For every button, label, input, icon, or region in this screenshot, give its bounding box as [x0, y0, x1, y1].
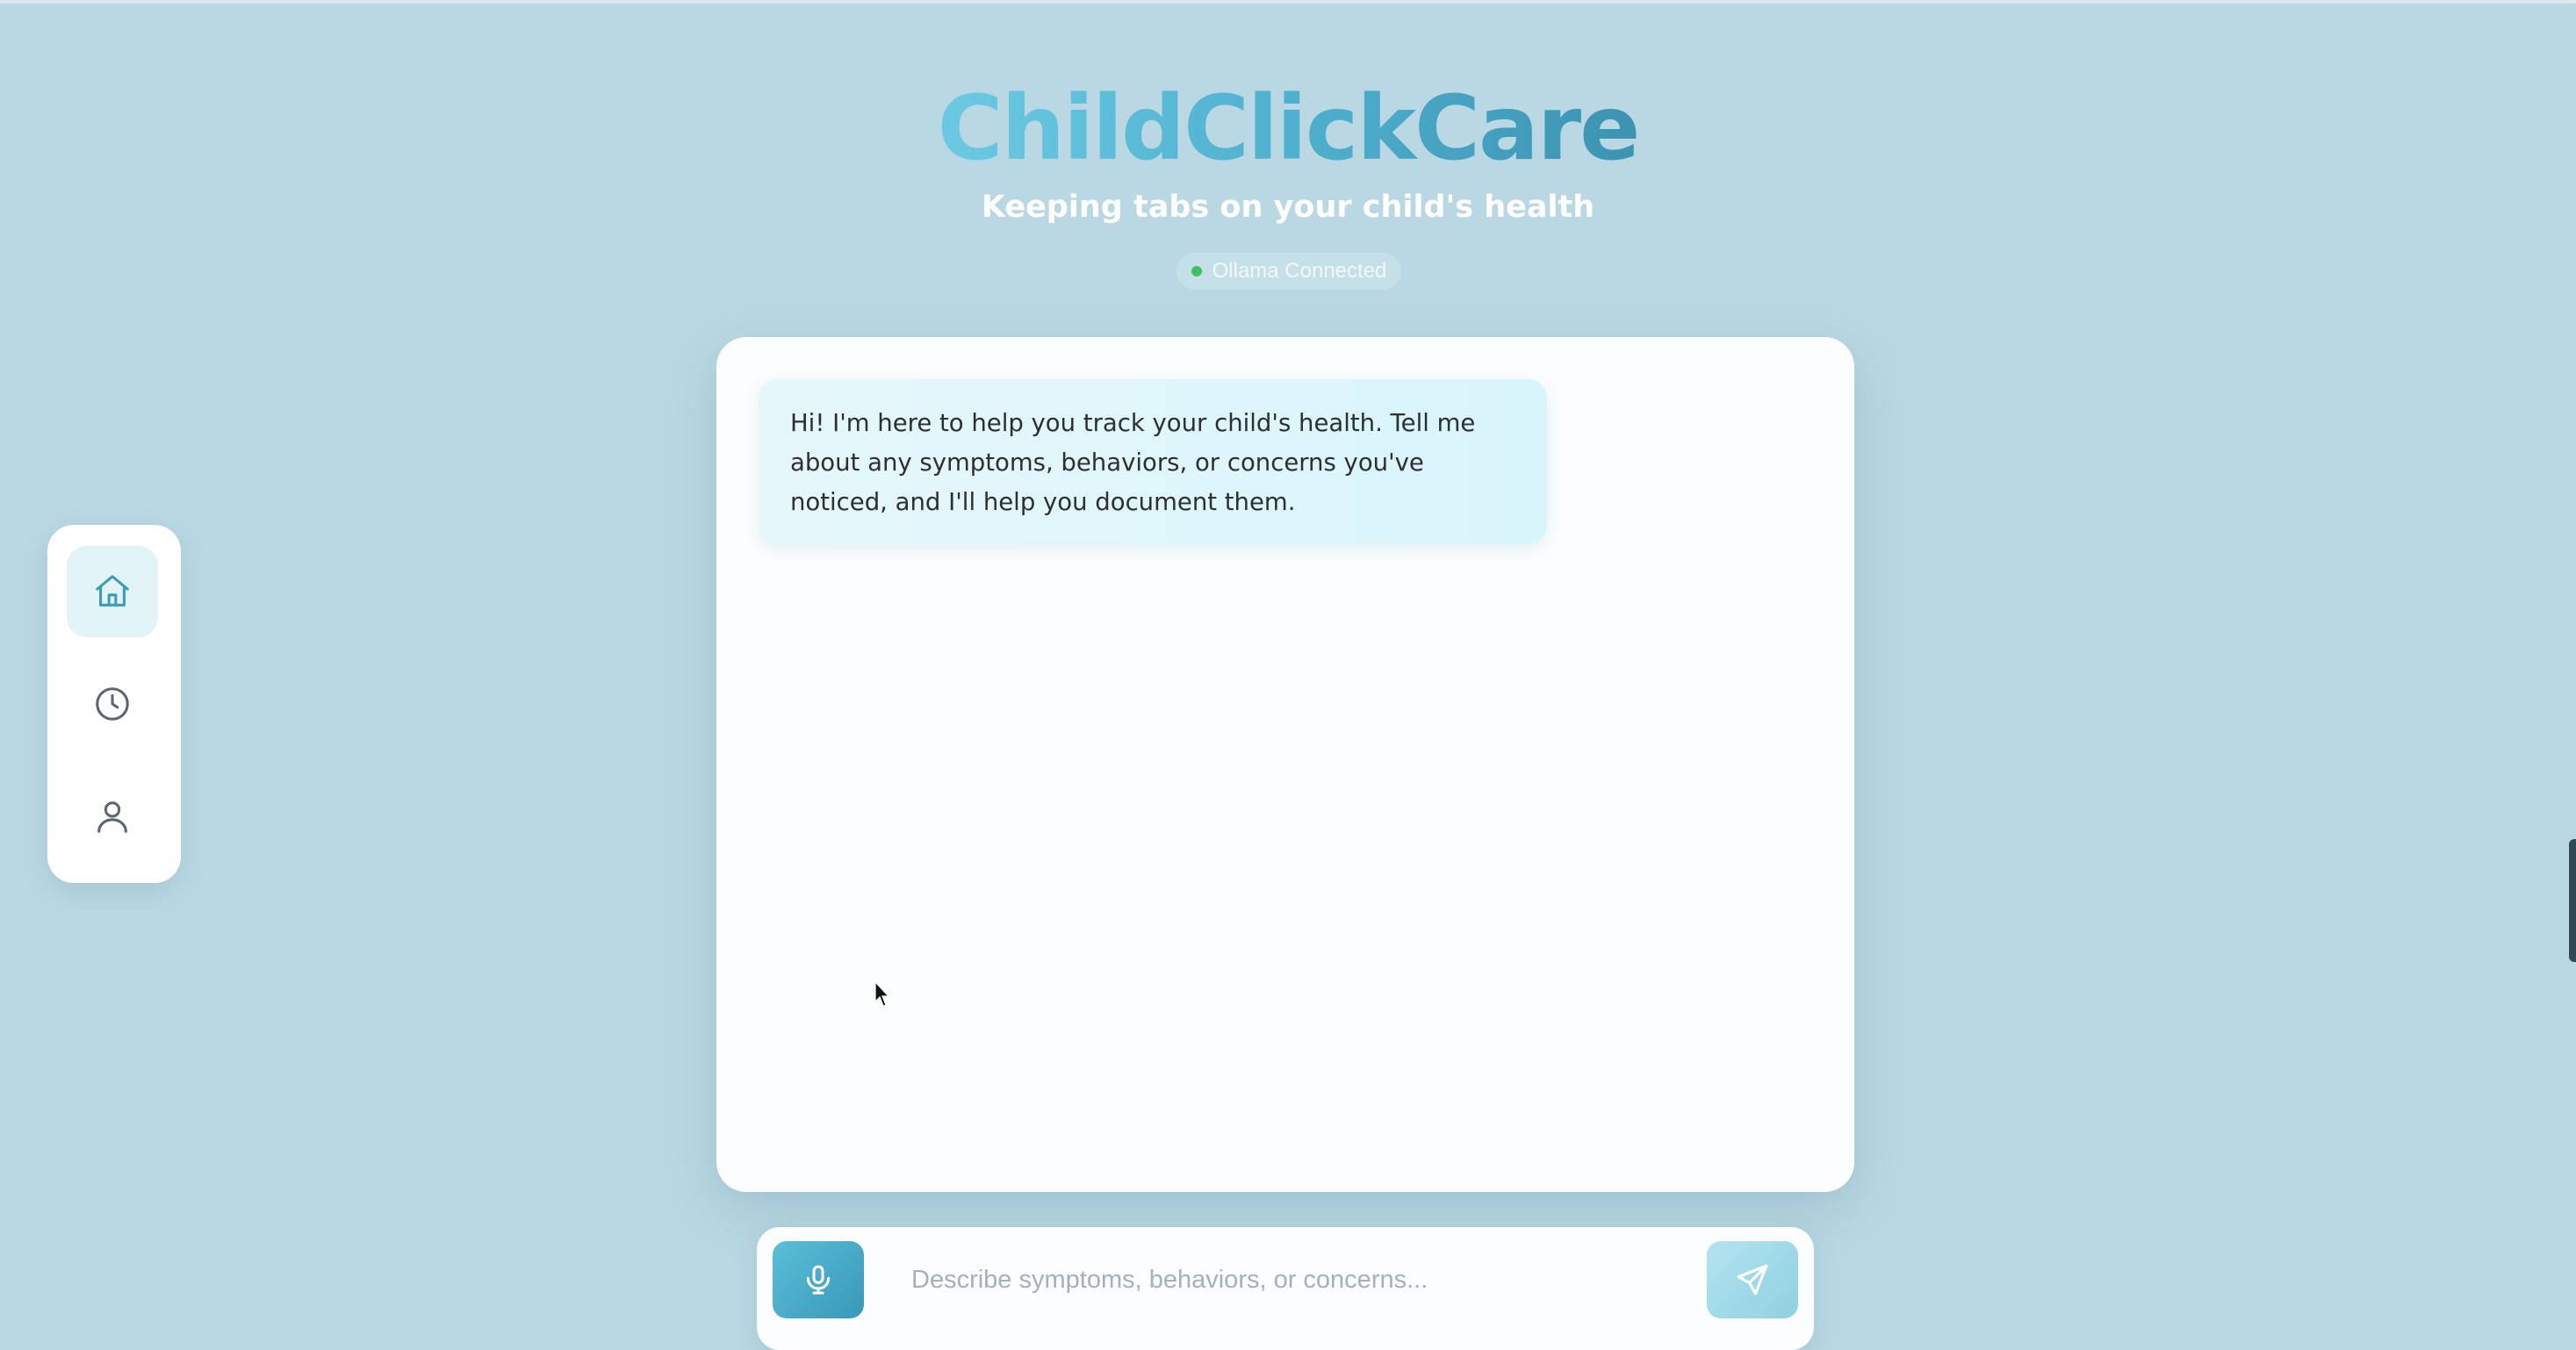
mouse-cursor-icon — [874, 981, 890, 1007]
app-tagline: Keeping tabs on your child's health — [981, 190, 1595, 225]
chat-panel: Hi! I'm here to help you track your chil… — [716, 337, 1854, 1192]
voice-input-button[interactable] — [773, 1241, 864, 1318]
sidebar-nav — [47, 525, 181, 883]
clock-icon — [96, 687, 129, 721]
window-top-edge — [0, 0, 2576, 4]
microphone-icon — [806, 1265, 831, 1295]
home-icon — [96, 575, 129, 607]
status-dot-icon — [1191, 266, 1202, 276]
nav-history-button[interactable] — [67, 658, 158, 750]
connection-status-badge: Ollama Connected — [1176, 253, 1401, 290]
connection-status-text: Ollama Connected — [1212, 259, 1387, 283]
user-icon — [97, 801, 127, 833]
nav-profile-button[interactable] — [67, 771, 158, 862]
nav-home-button[interactable] — [67, 546, 158, 637]
assistant-message-bubble: Hi! I'm here to help you track your chil… — [759, 379, 1547, 544]
message-input[interactable] — [911, 1241, 1631, 1318]
message-composer — [757, 1227, 1814, 1350]
edge-panel-tab[interactable] — [2569, 839, 2576, 962]
app-title: ChildClickCare — [937, 76, 1641, 181]
send-button[interactable] — [1707, 1241, 1798, 1318]
send-icon — [1737, 1264, 1768, 1296]
